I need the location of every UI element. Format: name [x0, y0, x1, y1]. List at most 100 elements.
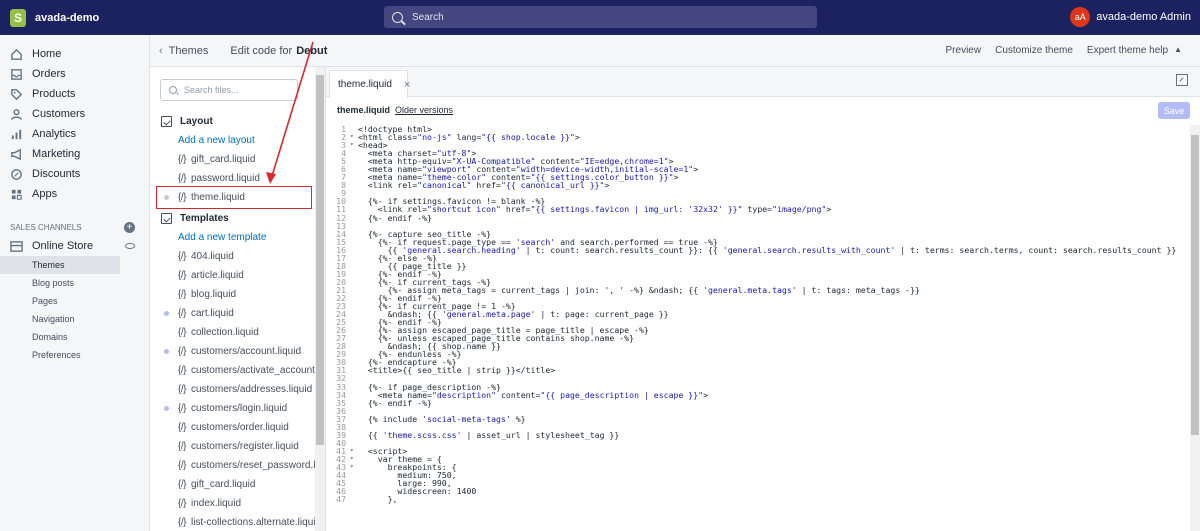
admin-name: avada-demo Admin [1096, 11, 1191, 23]
file-item[interactable]: {/} customers/activate_account.liquid [150, 361, 315, 380]
file-item[interactable]: {/} article.liquid [150, 266, 315, 285]
customers-icon [10, 108, 23, 121]
file-search-input[interactable]: Search files... [160, 79, 298, 101]
liquid-file-icon: {/} [178, 289, 186, 300]
editor-tabs: theme.liquid × [326, 67, 1200, 98]
tab-theme-liquid[interactable]: theme.liquid × [329, 70, 410, 98]
close-icon[interactable]: × [404, 79, 410, 91]
file-item[interactable]: {/} blog.liquid [150, 285, 315, 304]
file-name: 404.liquid [190, 251, 234, 262]
file-name: customers/reset_password.liquid [190, 460, 315, 471]
expert-help-link[interactable]: Expert theme help [1087, 45, 1168, 56]
line-number: 2 [341, 132, 346, 143]
sidebar-item-discounts[interactable]: Discounts [0, 164, 149, 184]
sidebar-subitem-pages[interactable]: Pages [0, 292, 149, 310]
fold-toggle-icon[interactable]: ▾ [350, 447, 358, 455]
code-line: 2 ▾ <html class="no-js" lang="{{ shop.loca… [326, 133, 1186, 141]
sidebar-item-analytics[interactable]: Analytics [0, 124, 149, 144]
file-item[interactable]: {/} gift_card.liquid [150, 475, 315, 494]
sidebar-item-apps[interactable]: Apps [0, 184, 149, 204]
file-item[interactable]: {/} cart.liquid [150, 304, 315, 323]
file-name: gift_card.liquid [190, 154, 256, 165]
file-item[interactable]: {/} customers/addresses.liquid [150, 380, 315, 399]
file-tree: Search files... Layout Add a new layout … [150, 67, 315, 531]
fold-toggle-icon[interactable]: ▾ [350, 455, 358, 463]
sidebar-subitem-blog-posts[interactable]: Blog posts [0, 274, 149, 292]
fullscreen-icon[interactable] [1176, 74, 1188, 86]
code-line: 44 medium: 750, [326, 471, 1186, 479]
modified-dot [164, 311, 169, 316]
fold-toggle-icon [350, 189, 358, 197]
sidebar-subitem-domains[interactable]: Domains [0, 328, 149, 346]
fold-toggle-icon [350, 230, 358, 238]
store-switcher[interactable]: avada-demo [0, 8, 384, 27]
fold-toggle-icon [350, 173, 358, 181]
chevron-left-icon[interactable]: ‹ [159, 45, 163, 57]
file-item[interactable]: {/} theme.liquid [150, 188, 315, 207]
customize-theme-link[interactable]: Customize theme [995, 45, 1073, 56]
apps-icon [10, 188, 23, 201]
add-template-link[interactable]: Add a new template [150, 228, 315, 247]
file-item[interactable]: {/} 404.liquid [150, 247, 315, 266]
fold-toggle-icon [350, 326, 358, 334]
sidebar-subitem-navigation[interactable]: Navigation [0, 310, 149, 328]
file-name: blog.liquid [190, 289, 237, 300]
folder-layout[interactable]: Layout [150, 112, 315, 131]
fold-toggle-icon[interactable]: ▾ [350, 463, 358, 471]
global-search-input[interactable]: Search [384, 6, 817, 28]
file-item[interactable]: {/} customers/login.liquid [150, 399, 315, 418]
modified-dot [164, 425, 169, 430]
add-layout-link[interactable]: Add a new layout [150, 131, 315, 150]
sidebar-item-online-store[interactable]: Online Store [0, 236, 149, 256]
line-number: 1 [341, 125, 346, 134]
liquid-file-icon: {/} [178, 441, 186, 452]
home-icon [10, 48, 23, 61]
sidebar-item-home[interactable]: Home [0, 44, 149, 64]
fold-toggle-icon [350, 431, 358, 439]
sidebar-item-label: Customers [32, 108, 86, 120]
file-item[interactable]: {/} list-collections.alternate.liquid [150, 513, 315, 531]
sidebar-item-marketing[interactable]: Marketing [0, 144, 149, 164]
code-line: 34 <meta name="description" content="{{ … [326, 390, 1186, 398]
code-area[interactable]: 1 <!doctype html> 2 ▾ <html class="no-js" la… [326, 125, 1186, 531]
fold-toggle-icon[interactable]: ▾ [350, 133, 358, 141]
sidebar-item-products[interactable]: Products [0, 84, 149, 104]
sidebar-subitem-themes[interactable]: Themes [0, 256, 120, 274]
fold-toggle-icon [350, 262, 358, 270]
sidebar-item-label: Discounts [32, 168, 81, 180]
view-store-eye-icon[interactable] [125, 243, 135, 249]
preview-link[interactable]: Preview [946, 45, 982, 56]
avatar: aA [1070, 7, 1091, 27]
file-name: customers/login.liquid [190, 403, 288, 414]
file-tree-scrollbar[interactable] [315, 67, 325, 531]
file-item[interactable]: {/} customers/register.liquid [150, 437, 315, 456]
save-button[interactable]: Save [1158, 102, 1190, 119]
sidebar-item-customers[interactable]: Customers [0, 104, 149, 124]
older-versions-link[interactable]: Older versions [395, 105, 453, 115]
top-bar: avada-demo Search aA avada-demo Admin [0, 0, 1200, 35]
sidebar-item-label: Analytics [32, 128, 77, 140]
code-line: 35 {%- endif -%} [326, 398, 1186, 406]
file-item[interactable]: {/} customers/reset_password.liquid [150, 456, 315, 475]
line-number: 3 [341, 140, 346, 151]
file-item[interactable]: {/} customers/order.liquid [150, 418, 315, 437]
fold-toggle-icon [350, 439, 358, 447]
file-item[interactable]: {/} index.liquid [150, 494, 315, 513]
file-item[interactable]: {/} gift_card.liquid [150, 150, 315, 169]
fold-toggle-icon [350, 366, 358, 374]
code-line: 12 {%- endif -%} [326, 213, 1186, 221]
file-item[interactable]: {/} collection.liquid [150, 323, 315, 342]
fold-toggle-icon[interactable]: ▾ [350, 141, 358, 149]
sidebar-item-orders[interactable]: Orders [0, 64, 149, 84]
liquid-file-icon: {/} [178, 479, 186, 490]
add-channel-icon[interactable]: + [124, 221, 135, 233]
file-item[interactable]: {/} password.liquid [150, 169, 315, 188]
back-to-themes-link[interactable]: Themes [169, 45, 209, 57]
sidebar-item-label: Home [32, 48, 62, 60]
account-menu[interactable]: aA avada-demo Admin [1070, 7, 1191, 27]
folder-templates[interactable]: Templates [150, 209, 315, 228]
caret-down-icon[interactable]: ▲ [1174, 45, 1182, 56]
file-item[interactable]: {/} customers/account.liquid [150, 342, 315, 361]
code-scrollbar[interactable] [1190, 125, 1200, 531]
sidebar-subitem-preferences[interactable]: Preferences [0, 346, 149, 364]
